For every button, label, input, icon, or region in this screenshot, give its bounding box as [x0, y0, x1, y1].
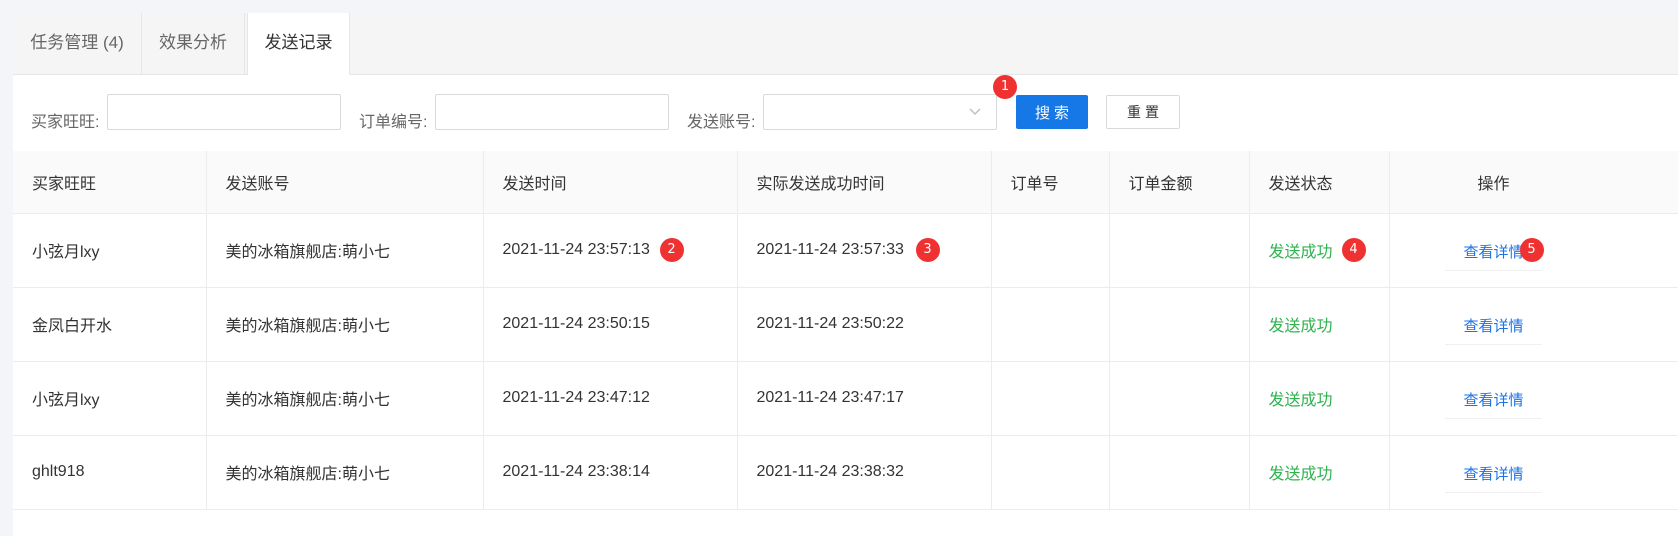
cell-order-no: [990, 213, 1110, 288]
view-details-link[interactable]: 查看详情: [1445, 457, 1542, 493]
buyer-label: 买家旺旺:: [31, 114, 100, 131]
table-row: 金凤白开水 美的冰箱旗舰店:萌小七 2021-11-24 23:50:15 20…: [13, 286, 1678, 362]
tab-send-records[interactable]: 发送记录: [247, 13, 350, 75]
annotation-badge-5: 5: [1519, 237, 1544, 262]
cell-send-time: 2021-11-24 23:38:14: [482, 434, 738, 510]
cell-buyer: 小弦月lxy: [13, 360, 207, 436]
cell-order-no: [990, 434, 1110, 510]
annotation-badge-3: 3: [915, 237, 940, 262]
tab-bar: 任务管理 (4) 效果分析 发送记录: [13, 13, 1678, 75]
col-header-action: 操作: [1388, 151, 1678, 214]
col-header-success-time: 实际发送成功时间: [736, 151, 992, 214]
col-header-buyer: 买家旺旺: [13, 151, 207, 214]
view-details-link[interactable]: 查看详情: [1445, 309, 1542, 345]
cell-status: 发送成功: [1248, 360, 1390, 436]
cell-buyer: 金凤白开水: [13, 286, 207, 362]
cell-buyer: 小弦月lxy: [13, 213, 207, 288]
cell-send-time: 2021-11-24 23:47:12: [482, 360, 738, 436]
tab-effect-analysis[interactable]: 效果分析: [142, 13, 245, 74]
cell-success-time: 2021-11-24 23:47:17: [736, 360, 992, 436]
cell-order-no: [990, 286, 1110, 362]
search-button[interactable]: 搜索: [1016, 95, 1088, 129]
send-account-label: 发送账号:: [687, 114, 756, 131]
cell-send-time: 2021-11-24 23:57:13 2: [482, 213, 738, 288]
table-row: 小弦月lxy 美的冰箱旗舰店:萌小七 2021-11-24 23:57:13 2…: [13, 213, 1678, 288]
cell-amount: [1108, 286, 1250, 362]
order-no-label: 订单编号:: [359, 114, 428, 131]
reset-button[interactable]: 重置: [1106, 95, 1180, 129]
cell-account: 美的冰箱旗舰店:萌小七: [205, 213, 484, 288]
cell-send-time: 2021-11-24 23:50:15: [482, 286, 738, 362]
view-details-link[interactable]: 查看详情: [1445, 383, 1542, 419]
cell-amount: [1108, 213, 1250, 288]
cell-status: 发送成功: [1248, 434, 1390, 510]
table-row: 小弦月lxy 美的冰箱旗舰店:萌小七 2021-11-24 23:47:12 2…: [13, 360, 1678, 436]
send-records-panel: 任务管理 (4) 效果分析 发送记录 买家旺旺: 订单编号: 发送账号: 1 搜…: [13, 13, 1678, 536]
cell-account: 美的冰箱旗舰店:萌小七: [205, 286, 484, 362]
cell-success-time: 2021-11-24 23:50:22: [736, 286, 992, 362]
annotation-badge-2: 2: [659, 237, 684, 262]
success-time-text: 2021-11-24 23:57:33: [756, 241, 904, 258]
cell-status: 发送成功: [1248, 286, 1390, 362]
annotation-badge-4: 4: [1341, 237, 1366, 262]
cell-amount: [1108, 434, 1250, 510]
cell-account: 美的冰箱旗舰店:萌小七: [205, 360, 484, 436]
cell-action: 查看详情: [1388, 434, 1678, 510]
cell-success-time: 2021-11-24 23:57:33 3: [736, 213, 992, 288]
cell-action: 查看详情: [1388, 360, 1678, 436]
send-time-text: 2021-11-24 23:57:13: [502, 241, 650, 258]
cell-action: 查看详情 5: [1388, 213, 1678, 288]
send-records-table: 买家旺旺 发送账号 发送时间 实际发送成功时间 订单号 订单金额 发送状态 操作…: [13, 151, 1678, 510]
send-account-select[interactable]: [763, 94, 997, 130]
col-header-status: 发送状态: [1248, 151, 1390, 214]
col-header-account: 发送账号: [205, 151, 484, 214]
cell-amount: [1108, 360, 1250, 436]
table-header-row: 买家旺旺 发送账号 发送时间 实际发送成功时间 订单号 订单金额 发送状态 操作: [13, 151, 1678, 214]
cell-account: 美的冰箱旗舰店:萌小七: [205, 434, 484, 510]
tab-task-management[interactable]: 任务管理 (4): [13, 13, 142, 74]
col-header-amount: 订单金额: [1108, 151, 1250, 214]
annotation-badge-1: 1: [993, 75, 1017, 99]
chevron-down-icon: [969, 108, 981, 115]
cell-status: 发送成功 4: [1248, 213, 1390, 288]
cell-buyer: ghlt918: [13, 434, 207, 510]
order-no-input[interactable]: [435, 94, 669, 130]
cell-order-no: [990, 360, 1110, 436]
status-text: 发送成功: [1268, 244, 1333, 261]
filter-bar: 买家旺旺: 订单编号: 发送账号: 1 搜索 重置: [13, 75, 1678, 151]
cell-success-time: 2021-11-24 23:38:32: [736, 434, 992, 510]
col-header-order-no: 订单号: [990, 151, 1110, 214]
buyer-input[interactable]: [107, 94, 341, 130]
col-header-send-time: 发送时间: [482, 151, 738, 214]
table-row: ghlt918 美的冰箱旗舰店:萌小七 2021-11-24 23:38:14 …: [13, 434, 1678, 510]
cell-action: 查看详情: [1388, 286, 1678, 362]
